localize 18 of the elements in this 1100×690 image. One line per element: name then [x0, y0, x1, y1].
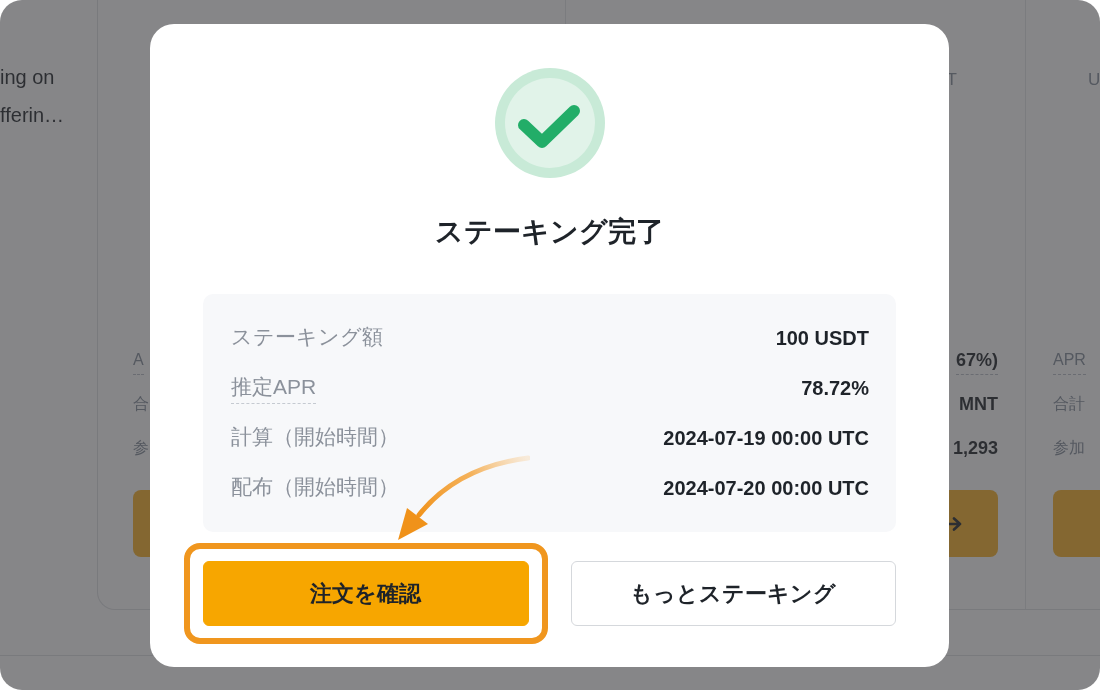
detail-value: 78.72%	[801, 376, 869, 401]
detail-label: 配布（開始時間）	[231, 473, 399, 500]
stat-value: 1,293	[952, 437, 998, 460]
primary-button[interactable]: 注文を確認	[203, 561, 529, 626]
detail-label: ステーキング額	[231, 323, 383, 350]
detail-label: 計算（開始時間）	[231, 423, 399, 450]
description-line: fferin…	[0, 103, 66, 128]
check-circle-icon	[494, 68, 605, 178]
detail-value: 2024-07-20 00:00 UTC	[663, 476, 869, 501]
stat-value: MNT	[959, 393, 998, 416]
stat-value: 67%)	[955, 349, 998, 375]
detail-value: 2024-07-19 00:00 UTC	[663, 426, 869, 451]
description-line: ing on	[0, 65, 56, 90]
curved-arrow-icon	[395, 455, 530, 541]
detail-value: 100 USDT	[775, 326, 869, 351]
outline-button[interactable]: もっとステーキング	[570, 561, 896, 626]
dialog-title: ステーキング完了	[435, 215, 664, 249]
detail-label: 推定APR	[231, 372, 317, 404]
